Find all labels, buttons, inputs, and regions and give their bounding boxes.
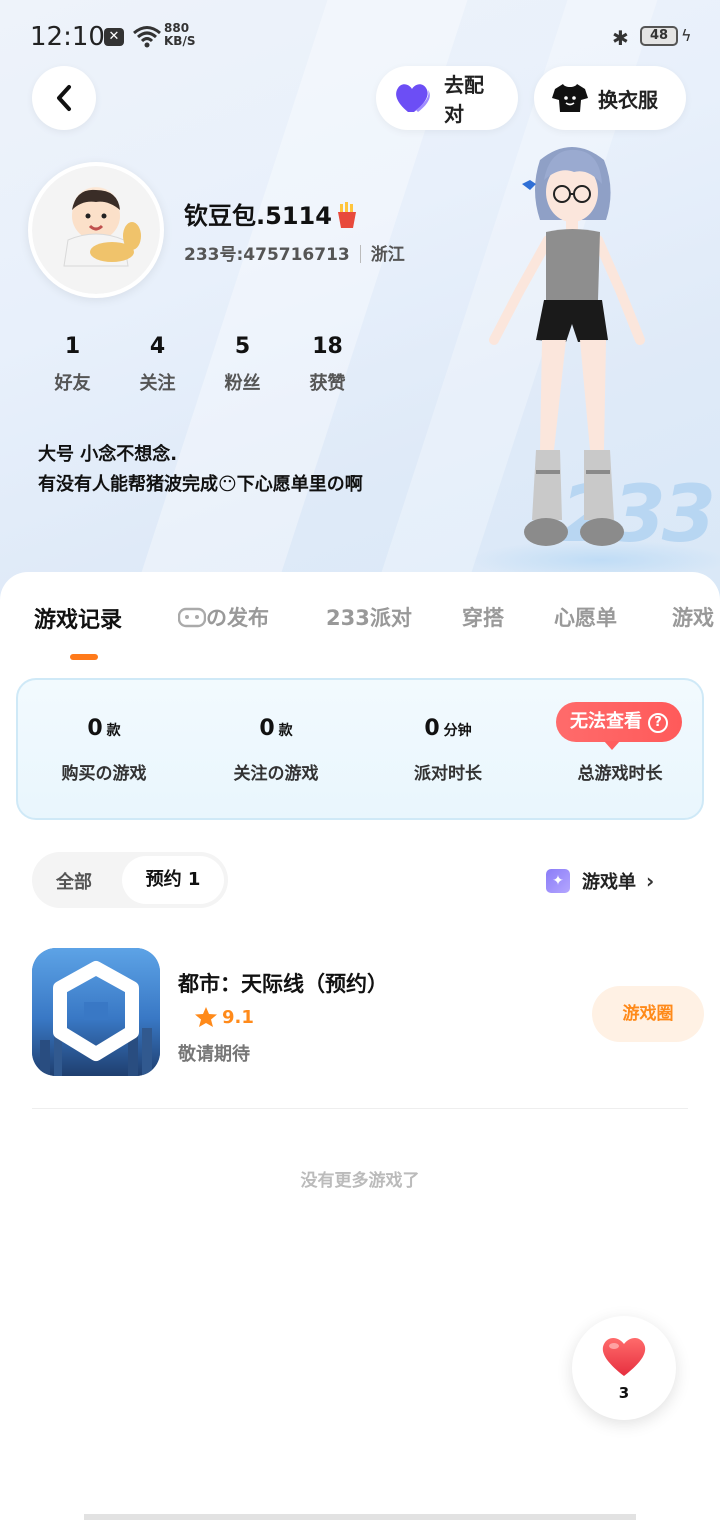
stat-followers[interactable]: 5 粉丝 xyxy=(200,334,285,395)
stat-label: 获赞 xyxy=(309,373,346,394)
heart-icon xyxy=(394,82,434,114)
home-indicator xyxy=(84,1514,636,1520)
tab-233-party[interactable]: 233派对 xyxy=(326,602,412,632)
stat-label: 关注 xyxy=(139,373,176,394)
like-count: 3 xyxy=(618,1384,630,1402)
summary-value: 0 xyxy=(424,716,440,741)
summary-unit: 款 xyxy=(278,723,293,739)
game-summary-panel: 0款 购买の游戏 0款 关注の游戏 0 分钟 派对时长 总游戏时长 无法查看? xyxy=(16,678,704,820)
stat-value: 5 xyxy=(234,334,251,359)
wifi-icon xyxy=(133,26,161,48)
user-region: 浙江 xyxy=(370,245,405,265)
bluetooth-icon: ✱ xyxy=(612,26,629,50)
user-id-line: 233号:475716713 浙江 xyxy=(184,240,405,265)
tab-game-records[interactable]: 游戏记录 xyxy=(34,602,122,634)
network-speed: 880 KB/S xyxy=(164,22,195,48)
summary-label: 派对时长 xyxy=(414,764,482,784)
sparkle-icon: ✦ xyxy=(546,869,570,893)
avatar[interactable] xyxy=(28,162,164,298)
content-card: 游戏记录 の发布 233派对 穿搭 心愿单 游戏 0款 购买の游戏 0款 关注の… xyxy=(0,572,720,1520)
no-more-games: 没有更多游戏了 xyxy=(300,1171,420,1191)
game-icon xyxy=(32,948,160,1076)
star-icon xyxy=(195,1007,217,1027)
summary-label: 关注の游戏 xyxy=(233,764,319,784)
stat-value: 18 xyxy=(312,334,343,359)
change-outfit-label: 换衣服 xyxy=(598,87,658,112)
back-button[interactable] xyxy=(32,66,96,130)
stat-label: 好友 xyxy=(54,373,91,394)
heart-red-icon xyxy=(602,1338,646,1376)
status-time: 12:10 xyxy=(30,22,105,52)
profile-tabs: 游戏记录 の发布 233派对 穿搭 心愿单 游戏 xyxy=(0,602,720,642)
like-button[interactable]: 3 xyxy=(572,1316,676,1420)
tab-indicator xyxy=(70,654,98,660)
game-circle-button[interactable]: 游戏圈 xyxy=(592,986,704,1042)
game-list-link[interactable]: ✦ 游戏单 › xyxy=(546,868,654,894)
filter-all[interactable]: 全部 xyxy=(56,868,92,894)
divider xyxy=(32,1108,688,1109)
summary-unit: 分钟 xyxy=(443,723,472,739)
game-title: 都市：天际线（预约） xyxy=(178,972,388,996)
nickname-text: 钦豆包.5114 xyxy=(184,202,332,230)
help-icon: ? xyxy=(648,713,668,733)
stat-value: 1 xyxy=(64,334,81,359)
game-item[interactable]: 都市：天际线（预约） 9.1 敬请期待 游戏圈 xyxy=(32,948,704,1078)
tab-wishlist[interactable]: 心愿单 xyxy=(554,602,617,632)
stat-label: 粉丝 xyxy=(224,373,261,394)
cannot-view-text: 无法查看 xyxy=(570,711,642,732)
summary-label: 总游戏时长 xyxy=(577,764,663,784)
game-list-label: 游戏单 xyxy=(582,872,636,893)
bio-line: 有没有人能帮猪波完成😶下心愿单里の啊 xyxy=(38,474,363,495)
game-controller-icon xyxy=(177,607,207,628)
change-outfit-button[interactable]: 换衣服 xyxy=(534,66,686,130)
tab-posts-label: の发布 xyxy=(206,606,269,630)
status-bar: 12:10 ✕ 880 KB/S ✱ 48 ϟ xyxy=(0,0,720,72)
game-status: 敬请期待 xyxy=(178,1044,250,1065)
bio-line: 大号 小念不想念. xyxy=(38,444,178,465)
match-button-label: 去配对 xyxy=(444,73,484,126)
summary-purchased: 0款 购买の游戏 xyxy=(18,716,190,784)
avatar-character[interactable] xyxy=(480,140,670,560)
summary-unit: 款 xyxy=(106,723,121,739)
summary-followed: 0款 关注の游戏 xyxy=(190,716,362,784)
summary-label: 购买の游戏 xyxy=(61,764,147,784)
avatar-image xyxy=(63,189,141,267)
fries-icon xyxy=(337,202,356,228)
battery-indicator: 48 xyxy=(640,26,678,46)
summary-value: 0 xyxy=(259,716,275,741)
network-speed-unit: KB/S xyxy=(164,34,196,48)
charging-icon: ϟ xyxy=(681,26,692,45)
notification-icon: ✕ xyxy=(104,28,124,46)
stat-likes[interactable]: 18 获赞 xyxy=(285,334,370,395)
stat-following[interactable]: 4 关注 xyxy=(115,334,200,395)
tshirt-icon xyxy=(552,82,588,114)
cannot-view-badge[interactable]: 无法查看? xyxy=(556,702,682,750)
chevron-right-icon: › xyxy=(646,869,655,893)
tab-outfits[interactable]: 穿搭 xyxy=(462,602,504,632)
summary-value: 0 xyxy=(87,716,103,741)
tab-posts[interactable]: の发布 xyxy=(177,602,269,632)
game-rating-value: 9.1 xyxy=(222,1006,254,1028)
game-filter: 全部 预约 1 xyxy=(32,852,228,908)
summary-party-time: 0 分钟 派对时长 xyxy=(362,716,534,784)
stat-friends[interactable]: 1 好友 xyxy=(30,334,115,395)
game-rating: 9.1 xyxy=(194,1006,254,1028)
tab-games[interactable]: 游戏 xyxy=(672,602,714,632)
filter-reserved[interactable]: 预约 1 xyxy=(122,856,224,904)
user-id: 233号:475716713 xyxy=(184,245,350,265)
stat-value: 4 xyxy=(149,334,166,359)
profile-bio: 大号 小念不想念. 有没有人能帮猪波完成😶下心愿单里の啊 xyxy=(38,440,363,500)
profile-stats: 1 好友 4 关注 5 粉丝 18 获赞 xyxy=(30,334,370,395)
chevron-left-icon xyxy=(57,85,71,111)
match-button[interactable]: 去配对 xyxy=(376,66,518,130)
nickname: 钦豆包.5114 xyxy=(184,196,358,231)
